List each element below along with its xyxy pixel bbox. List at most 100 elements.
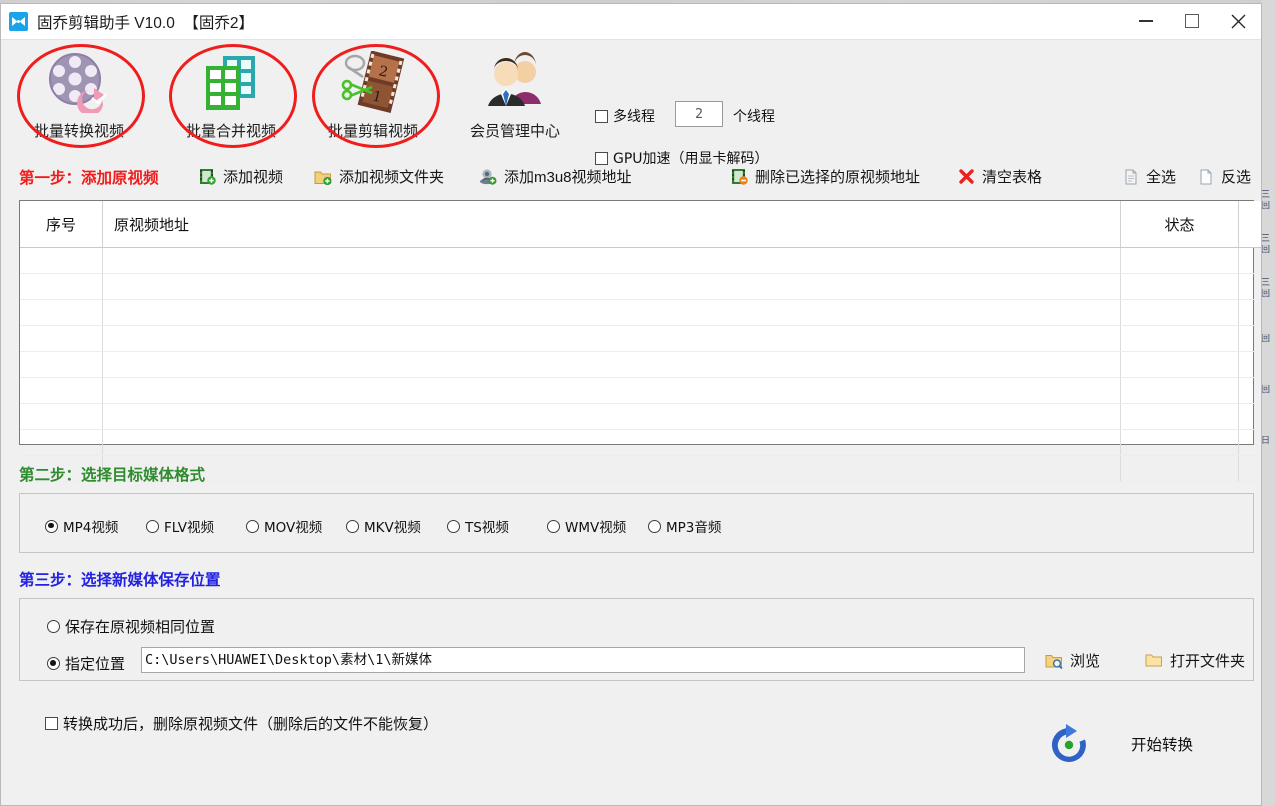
format-radio-flv[interactable]	[146, 519, 159, 533]
column-header-source-path[interactable]: 原视频地址	[102, 201, 1121, 248]
toolbar-button-batch-edit[interactable]: 2 1 批量剪辑视频	[308, 46, 438, 141]
save-radio-custom-location[interactable]	[47, 657, 60, 670]
column-header-status[interactable]: 状态	[1120, 201, 1239, 248]
format-radio-ts[interactable]	[447, 519, 460, 533]
table-cell[interactable]	[1238, 247, 1261, 274]
format-radio-mkv[interactable]	[346, 519, 359, 533]
open-folder-button[interactable]: 打开文件夹	[1145, 650, 1245, 671]
format-radio-wmv[interactable]	[547, 519, 560, 533]
minimize-button[interactable]	[1123, 4, 1169, 38]
table-cell[interactable]	[1120, 429, 1239, 456]
format-option-flv[interactable]: FLV视频	[146, 516, 214, 536]
multithread-option[interactable]: 多线程	[595, 106, 655, 126]
table-cell[interactable]	[1120, 377, 1239, 404]
table-cell[interactable]	[1120, 325, 1239, 352]
remove-selected-button[interactable]: 删除已选择的原视频地址	[731, 166, 920, 187]
table-cell[interactable]	[102, 325, 1121, 352]
table-row[interactable]	[20, 377, 1261, 404]
start-convert-button[interactable]: 开始转换	[1131, 733, 1193, 755]
table-cell[interactable]	[102, 455, 1121, 482]
format-option-wmv[interactable]: WMV视频	[547, 516, 626, 536]
table-cell[interactable]	[102, 299, 1121, 326]
invert-selection-button[interactable]: 反选	[1198, 166, 1251, 187]
multithread-label: 多线程	[613, 109, 655, 125]
table-cell[interactable]	[1238, 325, 1261, 352]
table-cell[interactable]	[1238, 351, 1261, 378]
table-cell[interactable]	[102, 351, 1121, 378]
delete-after-convert-option[interactable]: 转换成功后，删除原视频文件（删除后的文件不能恢复）	[45, 713, 438, 734]
toolbar-label: 批量剪辑视频	[327, 123, 418, 140]
table-row[interactable]	[20, 299, 1261, 326]
background-window-right-strip: 三 回 三 回 三 回 回 回 日	[1261, 0, 1275, 806]
format-option-mov[interactable]: MOV视频	[246, 516, 322, 536]
format-option-mp4[interactable]: MP4视频	[45, 516, 118, 536]
table-cell[interactable]	[1238, 377, 1261, 404]
table-row[interactable]	[20, 455, 1261, 482]
step1-toolbar: 第一步：添加原视频 添加视频 添加视频文件夹 添加m3u8视频地址 删除已选择的…	[1, 159, 1261, 195]
browse-button[interactable]: 浏览	[1045, 650, 1100, 671]
toolbar-button-batch-convert[interactable]: 批量转换视频	[14, 46, 144, 141]
refresh-circle-icon[interactable]	[1046, 722, 1092, 768]
table-cell[interactable]	[102, 377, 1121, 404]
table-row[interactable]	[20, 273, 1261, 300]
close-button[interactable]	[1215, 4, 1261, 38]
table-cell[interactable]	[102, 403, 1121, 430]
bg-glyph: 回	[1261, 201, 1271, 211]
toolbar-button-member-center[interactable]: 会员管理中心	[450, 46, 580, 141]
add-folder-button[interactable]: 添加视频文件夹	[314, 166, 444, 187]
delete-after-convert-checkbox[interactable]	[45, 717, 58, 730]
table-cell[interactable]	[1238, 455, 1261, 482]
table-cell[interactable]	[20, 299, 103, 326]
add-video-button[interactable]: 添加视频	[199, 166, 283, 187]
remove-selected-label: 删除已选择的原视频地址	[755, 169, 921, 186]
select-all-icon	[1123, 169, 1139, 185]
save-path-input[interactable]: C:\Users\HUAWEI\Desktop\素材\1\新媒体	[141, 647, 1025, 673]
table-cell[interactable]	[20, 429, 103, 456]
clear-table-button[interactable]: 清空表格	[958, 166, 1042, 187]
column-header-index[interactable]: 序号	[20, 201, 103, 248]
table-row[interactable]	[20, 429, 1261, 456]
select-all-button[interactable]: 全选	[1123, 166, 1176, 187]
table-cell[interactable]	[1120, 351, 1239, 378]
table-row[interactable]	[20, 403, 1261, 430]
save-option-custom-location[interactable]: 指定位置	[47, 653, 125, 674]
format-radio-mp3[interactable]	[648, 519, 661, 533]
table-cell[interactable]	[20, 351, 103, 378]
table-cell[interactable]	[1120, 247, 1239, 274]
toolbar-button-batch-merge[interactable]: 批量合并视频	[166, 46, 296, 141]
table-cell[interactable]	[1238, 429, 1261, 456]
format-option-mkv[interactable]: MKV视频	[346, 516, 421, 536]
table-cell[interactable]	[1238, 403, 1261, 430]
maximize-button[interactable]	[1169, 4, 1215, 38]
table-cell[interactable]	[20, 403, 103, 430]
add-folder-icon	[314, 169, 332, 185]
table-cell[interactable]	[102, 247, 1121, 274]
format-radio-mp4[interactable]	[45, 519, 58, 533]
table-cell[interactable]	[1120, 403, 1239, 430]
table-row[interactable]	[20, 325, 1261, 352]
save-option-same-location[interactable]: 保存在原视频相同位置	[47, 616, 215, 637]
format-label-flv: FLV视频	[164, 520, 215, 536]
table-cell[interactable]	[102, 273, 1121, 300]
table-row[interactable]	[20, 351, 1261, 378]
multithread-checkbox[interactable]	[595, 109, 608, 123]
save-radio-same-location[interactable]	[47, 620, 60, 633]
merge-video-icon	[166, 46, 296, 118]
table-cell[interactable]	[1238, 273, 1261, 300]
add-m3u8-button[interactable]: 添加m3u8视频地址	[479, 166, 632, 187]
table-cell[interactable]	[20, 273, 103, 300]
thread-count-input[interactable]: 2	[675, 101, 723, 127]
table-cell[interactable]	[1120, 299, 1239, 326]
format-option-mp3[interactable]: MP3音频	[648, 516, 721, 536]
table-cell[interactable]	[1120, 455, 1239, 482]
table-cell[interactable]	[102, 429, 1121, 456]
video-list-table[interactable]: 序号 原视频地址 状态	[19, 200, 1261, 482]
table-cell[interactable]	[1120, 273, 1239, 300]
table-cell[interactable]	[20, 247, 103, 274]
table-cell[interactable]	[1238, 299, 1261, 326]
table-cell[interactable]	[20, 377, 103, 404]
format-option-ts[interactable]: TS视频	[447, 516, 509, 536]
table-row[interactable]	[20, 247, 1261, 274]
table-cell[interactable]	[20, 325, 103, 352]
format-radio-mov[interactable]	[246, 519, 259, 533]
